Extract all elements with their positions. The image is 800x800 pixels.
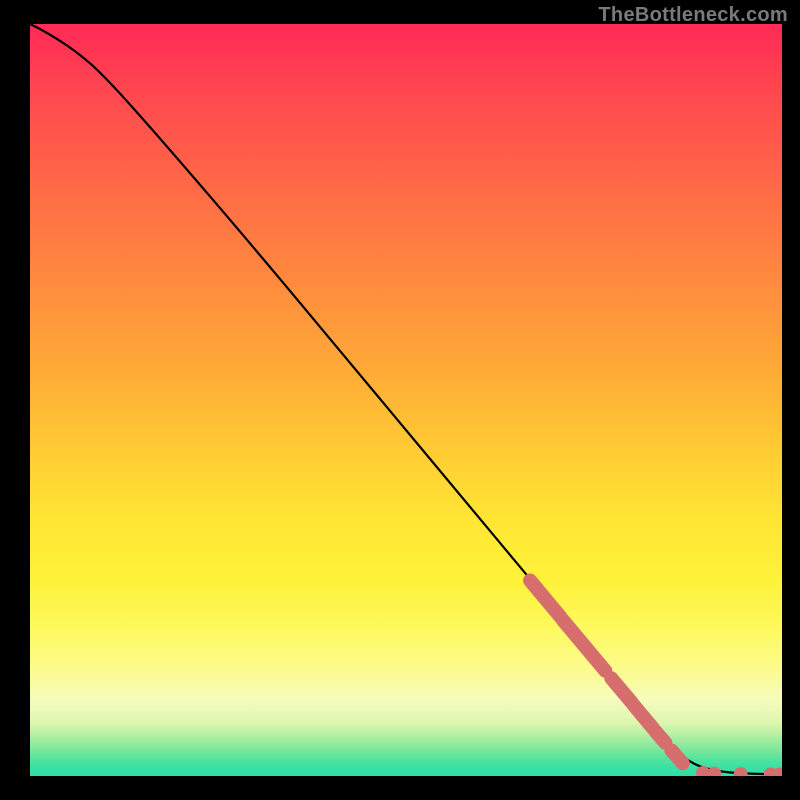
- highlight-pill: [671, 750, 682, 763]
- highlight-dots: [696, 766, 782, 776]
- plot-area: [30, 24, 782, 776]
- highlight-segments: [530, 580, 683, 763]
- highlight-pill: [562, 620, 605, 671]
- highlight-dot: [734, 767, 748, 776]
- curve-line: [30, 24, 782, 774]
- chart-stage: TheBottleneck.com: [0, 0, 800, 800]
- highlight-pill: [634, 705, 653, 728]
- highlight-pill: [656, 732, 666, 743]
- highlight-pill: [530, 580, 560, 616]
- chart-svg: [30, 24, 782, 776]
- highlight-pill: [611, 678, 631, 702]
